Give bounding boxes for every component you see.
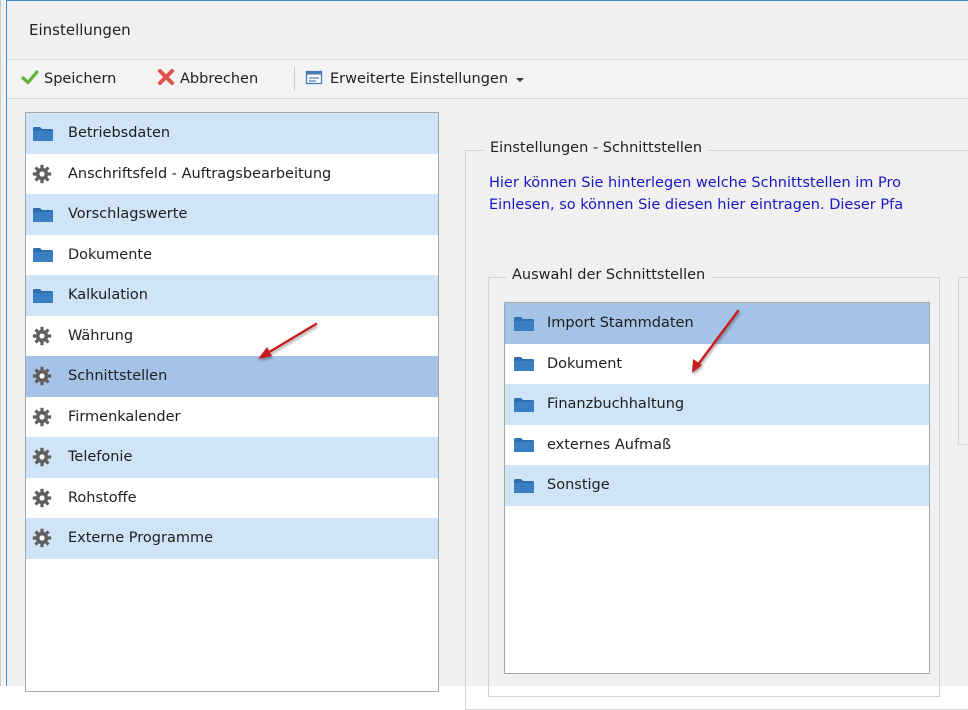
gear-icon [32,326,56,345]
settings-sheet-icon [305,69,325,89]
nav-item-label: Externe Programme [68,530,213,547]
nav-item-label: Vorschlagswerte [68,206,188,223]
nav-item-7[interactable]: Firmenkalender [26,397,438,438]
close-icon [157,69,175,89]
nav-item-10[interactable]: Externe Programme [26,518,438,559]
nav-item-label: Dokumente [68,246,153,263]
toolbar: Speichern Abbrechen Erweiterte Einstellu… [7,59,968,99]
folder-icon [32,205,56,223]
checkmark-icon [21,69,39,89]
nav-item-label: Betriebsdaten [68,125,171,142]
interface-item-label: Sonstige [547,477,610,494]
info-text-line-2: Einlesen, so können Sie diesen hier eint… [489,197,904,213]
nav-item-3[interactable]: Dokumente [26,235,438,276]
info-text: Hier können Sie hinterlegen welche Schni… [489,172,968,216]
cancel-button-label: Abbrechen [180,71,259,87]
folder-icon [513,476,537,494]
gear-icon [32,367,56,386]
interface-item-0[interactable]: Import Stammdaten [505,303,929,344]
info-text-line-1: Hier können Sie hinterlegen welche Schni… [489,175,902,191]
nav-item-label: Währung [68,327,134,344]
selection-group-title: Auswahl der Schnittstellen [506,267,712,283]
adjacent-group-box [958,277,968,445]
settings-group-title: Einstellungen - Schnittstellen [484,140,709,156]
settings-nav-list: Betriebsdaten Anschriftsfeld - Auftragsbe… [25,112,439,692]
interface-items: Import Stammdaten Dokument Finanzbuchhaltu… [505,303,929,506]
gear-icon [32,448,56,467]
window-title: Einstellungen [29,21,131,39]
folder-icon [513,314,537,332]
nav-item-label: Telefonie [68,449,133,466]
nav-item-label: Anschriftsfeld - Auftragsbearbeitung [68,165,332,182]
nav-item-label: Schnittstellen [68,368,168,385]
gear-icon [32,488,56,507]
nav-item-5[interactable]: Währung [26,316,438,357]
interface-list: Import Stammdaten Dokument Finanzbuchhaltu… [504,302,930,674]
interface-item-label: Dokument [547,355,623,372]
nav-items: Betriebsdaten Anschriftsfeld - Auftragsbe… [26,113,438,559]
interface-item-4[interactable]: Sonstige [505,465,929,506]
gear-icon [32,407,56,426]
interface-item-label: Finanzbuchhaltung [547,396,685,413]
nav-item-label: Rohstoffe [68,489,137,506]
interface-item-1[interactable]: Dokument [505,344,929,385]
nav-item-4[interactable]: Kalkulation [26,275,438,316]
interface-item-label: Import Stammdaten [547,315,694,332]
nav-item-label: Kalkulation [68,287,148,304]
folder-icon [32,286,56,304]
folder-icon [32,246,56,264]
nav-item-6[interactable]: Schnittstellen [26,356,438,397]
nav-item-label: Firmenkalender [68,408,181,425]
nav-item-1[interactable]: Anschriftsfeld - Auftragsbearbeitung [26,154,438,195]
folder-icon [513,436,537,454]
nav-item-8[interactable]: Telefonie [26,437,438,478]
interface-item-3[interactable]: externes Aufmaß [505,425,929,466]
folder-icon [513,395,537,413]
nav-item-0[interactable]: Betriebsdaten [26,113,438,154]
interface-item-2[interactable]: Finanzbuchhaltung [505,384,929,425]
nav-item-2[interactable]: Vorschlagswerte [26,194,438,235]
folder-icon [513,355,537,373]
folder-icon [32,124,56,142]
gear-icon [32,529,56,548]
chevron-down-icon [516,78,525,82]
interface-item-label: externes Aufmaß [547,436,672,453]
save-button[interactable]: Speichern [21,60,116,98]
nav-item-9[interactable]: Rohstoffe [26,478,438,519]
advanced-settings-dropdown[interactable]: Erweiterte Einstellungen [305,60,525,98]
title-bar: Einstellungen [7,1,968,55]
toolbar-separator [294,67,295,91]
save-button-label: Speichern [44,71,117,87]
gear-icon [32,164,56,183]
cancel-button[interactable]: Abbrechen [157,60,258,98]
advanced-settings-label: Erweiterte Einstellungen [330,71,509,87]
